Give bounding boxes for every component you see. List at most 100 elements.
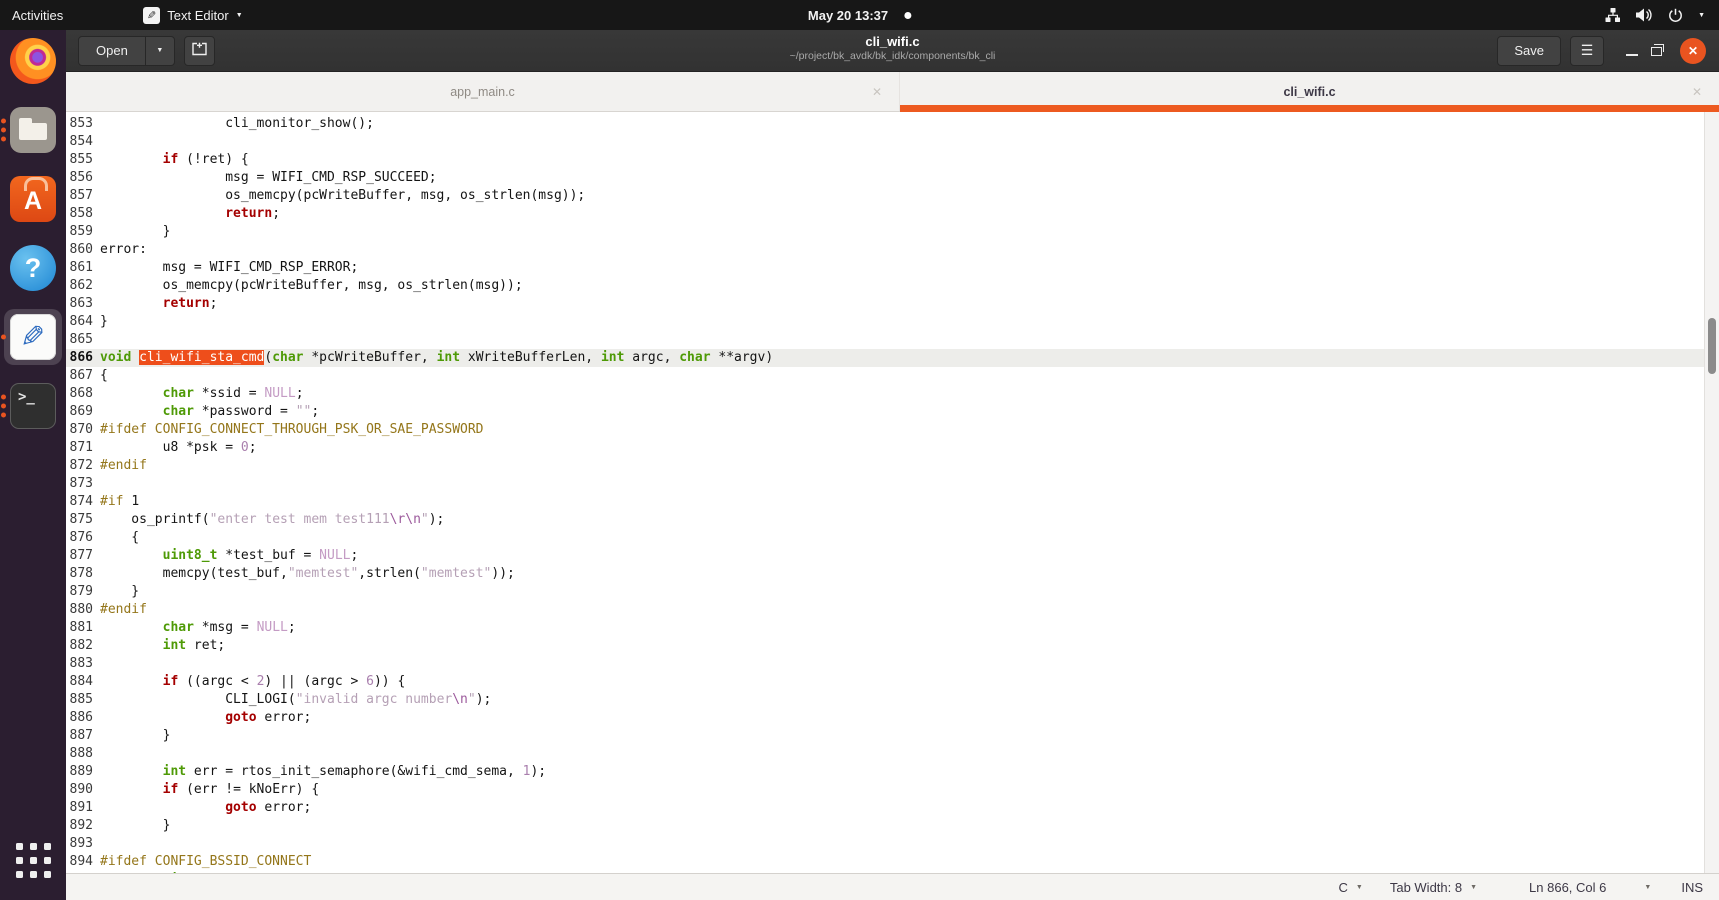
dock-item-files[interactable] <box>4 102 62 158</box>
code-line[interactable]: 862 os_memcpy(pcWriteBuffer, msg, os_str… <box>66 277 1719 295</box>
code-line[interactable]: 883 <box>66 655 1719 673</box>
dock-item-app-grid[interactable] <box>4 832 62 888</box>
code-line[interactable]: 879 } <box>66 583 1719 601</box>
system-tray-menu[interactable]: ▼ <box>1591 0 1719 30</box>
code-line[interactable]: 855 if (!ret) { <box>66 151 1719 169</box>
window-title-block: cli_wifi.c ~/project/bk_avdk/bk_idk/comp… <box>790 34 996 63</box>
code-lines[interactable]: 853 cli_monitor_show();854855 if (!ret) … <box>66 112 1719 873</box>
code-line[interactable]: 886 goto error; <box>66 709 1719 727</box>
tab-width-selector[interactable]: Tab Width: 8 ▼ <box>1390 880 1477 895</box>
scrollbar[interactable] <box>1704 112 1719 873</box>
line-number: 888 <box>66 745 100 763</box>
clock-menu[interactable]: May 20 13:37 <box>808 0 911 30</box>
goto-line-dropdown[interactable]: ▼ <box>1644 884 1651 891</box>
code-line[interactable]: 872#endif <box>66 457 1719 475</box>
code-line[interactable]: 880#endif <box>66 601 1719 619</box>
open-button[interactable]: Open <box>78 36 146 66</box>
scrollbar-handle[interactable] <box>1708 318 1716 374</box>
code-line[interactable]: 856 msg = WIFI_CMD_RSP_SUCCEED; <box>66 169 1719 187</box>
code-editor[interactable]: 853 cli_monitor_show();854855 if (!ret) … <box>66 112 1719 873</box>
line-number: 884 <box>66 673 100 691</box>
code-line[interactable]: 859 } <box>66 223 1719 241</box>
code-line[interactable]: 873 <box>66 475 1719 493</box>
activities-button[interactable]: Activities <box>0 0 75 30</box>
open-split-button: Open ▼ <box>78 36 175 66</box>
volume-icon <box>1636 8 1653 22</box>
dock-item-firefox[interactable] <box>4 33 62 89</box>
line-number: 881 <box>66 619 100 637</box>
line-number: 854 <box>66 133 100 151</box>
language-selector[interactable]: C ▼ <box>1339 880 1363 895</box>
line-number: 857 <box>66 187 100 205</box>
dock-item-ubuntu-software[interactable] <box>4 171 62 227</box>
code-line[interactable]: 871 u8 *psk = 0; <box>66 439 1719 457</box>
line-number: 869 <box>66 403 100 421</box>
code-line[interactable]: 858 return; <box>66 205 1719 223</box>
open-dropdown-button[interactable]: ▼ <box>146 36 175 66</box>
code-line[interactable]: 875 os_printf("enter test mem test111\r\… <box>66 511 1719 529</box>
code-line[interactable]: 890 if (err != kNoErr) { <box>66 781 1719 799</box>
header-bar: Open ▼ cli_wifi.c ~/project/bk_avdk/bk_i… <box>66 30 1719 72</box>
code-line[interactable]: 870#ifdef CONFIG_CONNECT_THROUGH_PSK_OR_… <box>66 421 1719 439</box>
status-bar: C ▼ Tab Width: 8 ▼ Ln 866, Col 6 ▼ INS <box>66 873 1719 900</box>
close-button[interactable]: ✕ <box>1680 38 1706 64</box>
code-line[interactable]: 885 CLI_LOGI("invalid argc number\n"); <box>66 691 1719 709</box>
code-line[interactable]: 853 cli_monitor_show(); <box>66 115 1719 133</box>
headerbar-right: Save ☰ ✕ <box>1497 36 1706 66</box>
ubuntu-software-icon <box>10 176 56 222</box>
tab-bar: app_main.c ✕ cli_wifi.c ✕ <box>66 72 1719 112</box>
line-number: 885 <box>66 691 100 709</box>
tab-close-icon[interactable]: ✕ <box>872 85 882 99</box>
code-line[interactable]: 887 } <box>66 727 1719 745</box>
cursor-position[interactable]: Ln 866, Col 6 <box>1529 880 1606 895</box>
code-line[interactable]: 882 int ret; <box>66 637 1719 655</box>
tab-cli-wifi-c[interactable]: cli_wifi.c ✕ <box>900 72 1719 111</box>
dock-item-terminal[interactable] <box>4 378 62 434</box>
code-line[interactable]: 854 <box>66 133 1719 151</box>
tab-label: cli_wifi.c <box>1283 85 1335 99</box>
dock-item-help[interactable] <box>4 240 62 296</box>
tab-close-icon[interactable]: ✕ <box>1692 85 1702 99</box>
code-line[interactable]: 864} <box>66 313 1719 331</box>
insert-mode-indicator[interactable]: INS <box>1681 880 1703 895</box>
app-indicator-menu[interactable]: Text Editor ▼ <box>131 0 254 30</box>
tab-app-main-c[interactable]: app_main.c ✕ <box>66 72 900 111</box>
code-line[interactable]: 867{ <box>66 367 1719 385</box>
new-document-icon <box>192 42 207 59</box>
code-line[interactable]: 881 char *msg = NULL; <box>66 619 1719 637</box>
code-line[interactable]: 865 <box>66 331 1719 349</box>
code-line[interactable]: 863 return; <box>66 295 1719 313</box>
code-line[interactable]: 857 os_memcpy(pcWriteBuffer, msg, os_str… <box>66 187 1719 205</box>
code-line[interactable]: 869 char *password = ""; <box>66 403 1719 421</box>
code-line[interactable]: 868 char *ssid = NULL; <box>66 385 1719 403</box>
menu-button[interactable]: ☰ <box>1570 36 1604 66</box>
chevron-down-icon: ▼ <box>1698 12 1705 19</box>
document-title: cli_wifi.c <box>790 34 996 50</box>
code-line[interactable]: 893 <box>66 835 1719 853</box>
code-line[interactable]: 892 } <box>66 817 1719 835</box>
text-editor-icon <box>10 314 56 360</box>
code-line[interactable]: 861 msg = WIFI_CMD_RSP_ERROR; <box>66 259 1719 277</box>
code-line[interactable]: 866void cli_wifi_sta_cmd(char *pcWriteBu… <box>66 349 1719 367</box>
code-line[interactable]: 877 uint8_t *test_buf = NULL; <box>66 547 1719 565</box>
code-line[interactable]: 876 { <box>66 529 1719 547</box>
new-document-button[interactable] <box>184 36 215 66</box>
code-line[interactable]: 884 if ((argc < 2) || (argc > 6)) { <box>66 673 1719 691</box>
code-line[interactable]: 878 memcpy(test_buf,"memtest",strlen("me… <box>66 565 1719 583</box>
save-button[interactable]: Save <box>1497 36 1561 66</box>
code-line[interactable]: 860error: <box>66 241 1719 259</box>
dock-item-text-editor[interactable] <box>4 309 62 365</box>
code-line[interactable]: 874#if 1 <box>66 493 1719 511</box>
chevron-down-icon: ▼ <box>236 12 243 19</box>
line-number: 877 <box>66 547 100 565</box>
line-number: 874 <box>66 493 100 511</box>
restore-button[interactable] <box>1644 39 1668 63</box>
code-line[interactable]: 891 goto error; <box>66 799 1719 817</box>
chevron-down-icon: ▼ <box>1644 884 1651 891</box>
minimize-button[interactable] <box>1620 39 1644 63</box>
code-line[interactable]: 888 <box>66 745 1719 763</box>
code-line[interactable]: 889 int err = rtos_init_semaphore(&wifi_… <box>66 763 1719 781</box>
minimize-icon <box>1626 54 1638 56</box>
code-line[interactable]: 894#ifdef CONFIG_BSSID_CONNECT <box>66 853 1719 871</box>
files-icon <box>10 107 56 153</box>
